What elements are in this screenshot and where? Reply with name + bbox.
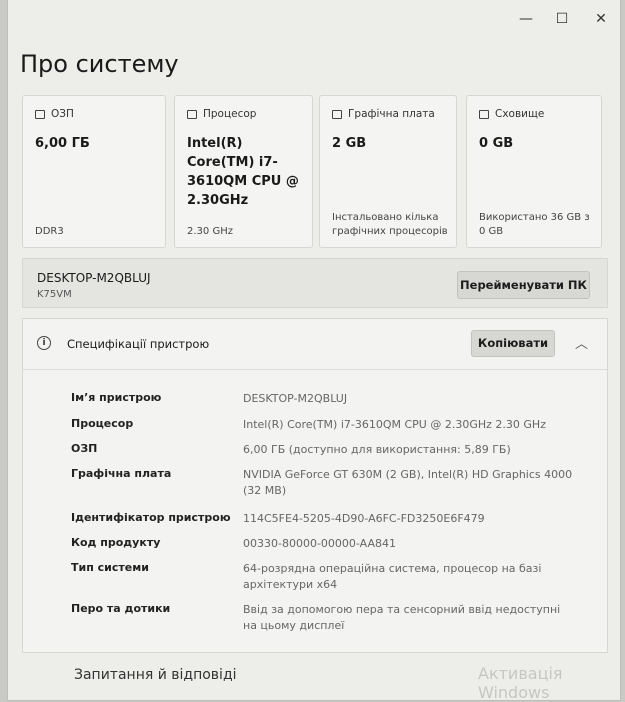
spec-label: Процесор xyxy=(71,417,134,430)
card-value: 0 GB xyxy=(479,136,514,151)
spec-label: Ідентифікатор пристрою xyxy=(71,511,231,524)
card-gpu: Графічна плата 2 GB Інстальовано кілька … xyxy=(319,95,457,248)
spec-value: 64-розрядна операційна система, процесор… xyxy=(243,562,542,591)
cpu-icon xyxy=(187,109,197,119)
close-button[interactable]: ✕ xyxy=(591,10,611,28)
spec-label: ОЗП xyxy=(71,442,98,455)
card-ram: ОЗП 6,00 ГБ DDR3 xyxy=(22,95,166,248)
card-label: ОЗП xyxy=(51,108,74,120)
device-model: K75VM xyxy=(37,289,72,300)
spec-value: 114C5FE4-5205-4D90-A6FC-FD3250E6F479 xyxy=(243,512,485,525)
ram-icon xyxy=(35,109,45,119)
spec-label: Код продукту xyxy=(71,536,161,549)
spec-value: 00330-80000-00000-AA841 xyxy=(243,537,396,550)
card-cpu: Процесор Intel(R) Core(TM) i7-3610QM CPU… xyxy=(174,95,313,248)
card-footer: 2.30 GHz xyxy=(187,226,233,237)
copy-button[interactable]: Копіювати xyxy=(471,330,555,357)
spec-label: Перо та дотики xyxy=(71,602,171,615)
device-name-row: DESKTOP-M2QBLUJ K75VM Перейменувати ПК xyxy=(22,258,608,308)
card-footer: DDR3 xyxy=(35,226,64,237)
maximize-button[interactable]: ☐ xyxy=(552,10,572,28)
spec-label: Ім’я пристрою xyxy=(71,391,162,404)
page-title: Про систему xyxy=(20,50,179,78)
card-storage: Сховище 0 GB Використано 36 GB з 0 GB xyxy=(466,95,602,248)
spec-value: NVIDIA GeForce GT 630M (2 GB), Intel(R) … xyxy=(243,468,573,497)
faq-heading[interactable]: Запитання й відповіді xyxy=(74,667,237,683)
spec-value: DESKTOP-M2QBLUJ xyxy=(243,392,348,405)
card-footer: Інстальовано кілька графічних процесорів xyxy=(332,212,448,237)
device-specs-panel: i Специфікації пристрою Копіювати ︿ Ім’я… xyxy=(22,318,608,653)
card-value: 6,00 ГБ xyxy=(35,136,90,151)
card-value: 2 GB xyxy=(332,136,367,151)
specs-header[interactable]: i Специфікації пристрою Копіювати ︿ xyxy=(23,319,607,370)
card-label: Сховище xyxy=(495,108,545,120)
rename-pc-button[interactable]: Перейменувати ПК xyxy=(457,271,590,299)
spec-value: Ввід за допомогою пера та сенсорний ввід… xyxy=(243,603,561,632)
minimize-button[interactable]: — xyxy=(516,10,536,28)
card-footer: Використано 36 GB з 0 GB xyxy=(479,212,590,237)
spec-label: Графічна плата xyxy=(71,467,172,480)
spec-value: Intel(R) Core(TM) i7-3610QM CPU @ 2.30GH… xyxy=(243,418,546,431)
activation-watermark: Активація Windows xyxy=(478,664,563,702)
spec-label: Тип системи xyxy=(71,561,149,574)
card-value: Intel(R) Core(TM) i7-3610QM CPU @ 2.30GH… xyxy=(187,136,299,208)
device-name: DESKTOP-M2QBLUJ xyxy=(37,271,151,285)
gpu-icon xyxy=(332,109,342,119)
storage-icon xyxy=(479,109,489,119)
specs-title: Специфікації пристрою xyxy=(67,337,210,351)
chevron-up-icon[interactable]: ︿ xyxy=(575,333,588,352)
info-icon: i xyxy=(37,336,51,350)
settings-window: — ☐ ✕ Про систему ОЗП 6,00 ГБ DDR3 Проце… xyxy=(8,0,620,702)
card-label: Процесор xyxy=(203,108,257,120)
spec-value: 6,00 ГБ (доступно для використання: 5,89… xyxy=(243,443,511,456)
card-label: Графічна плата xyxy=(348,108,435,120)
